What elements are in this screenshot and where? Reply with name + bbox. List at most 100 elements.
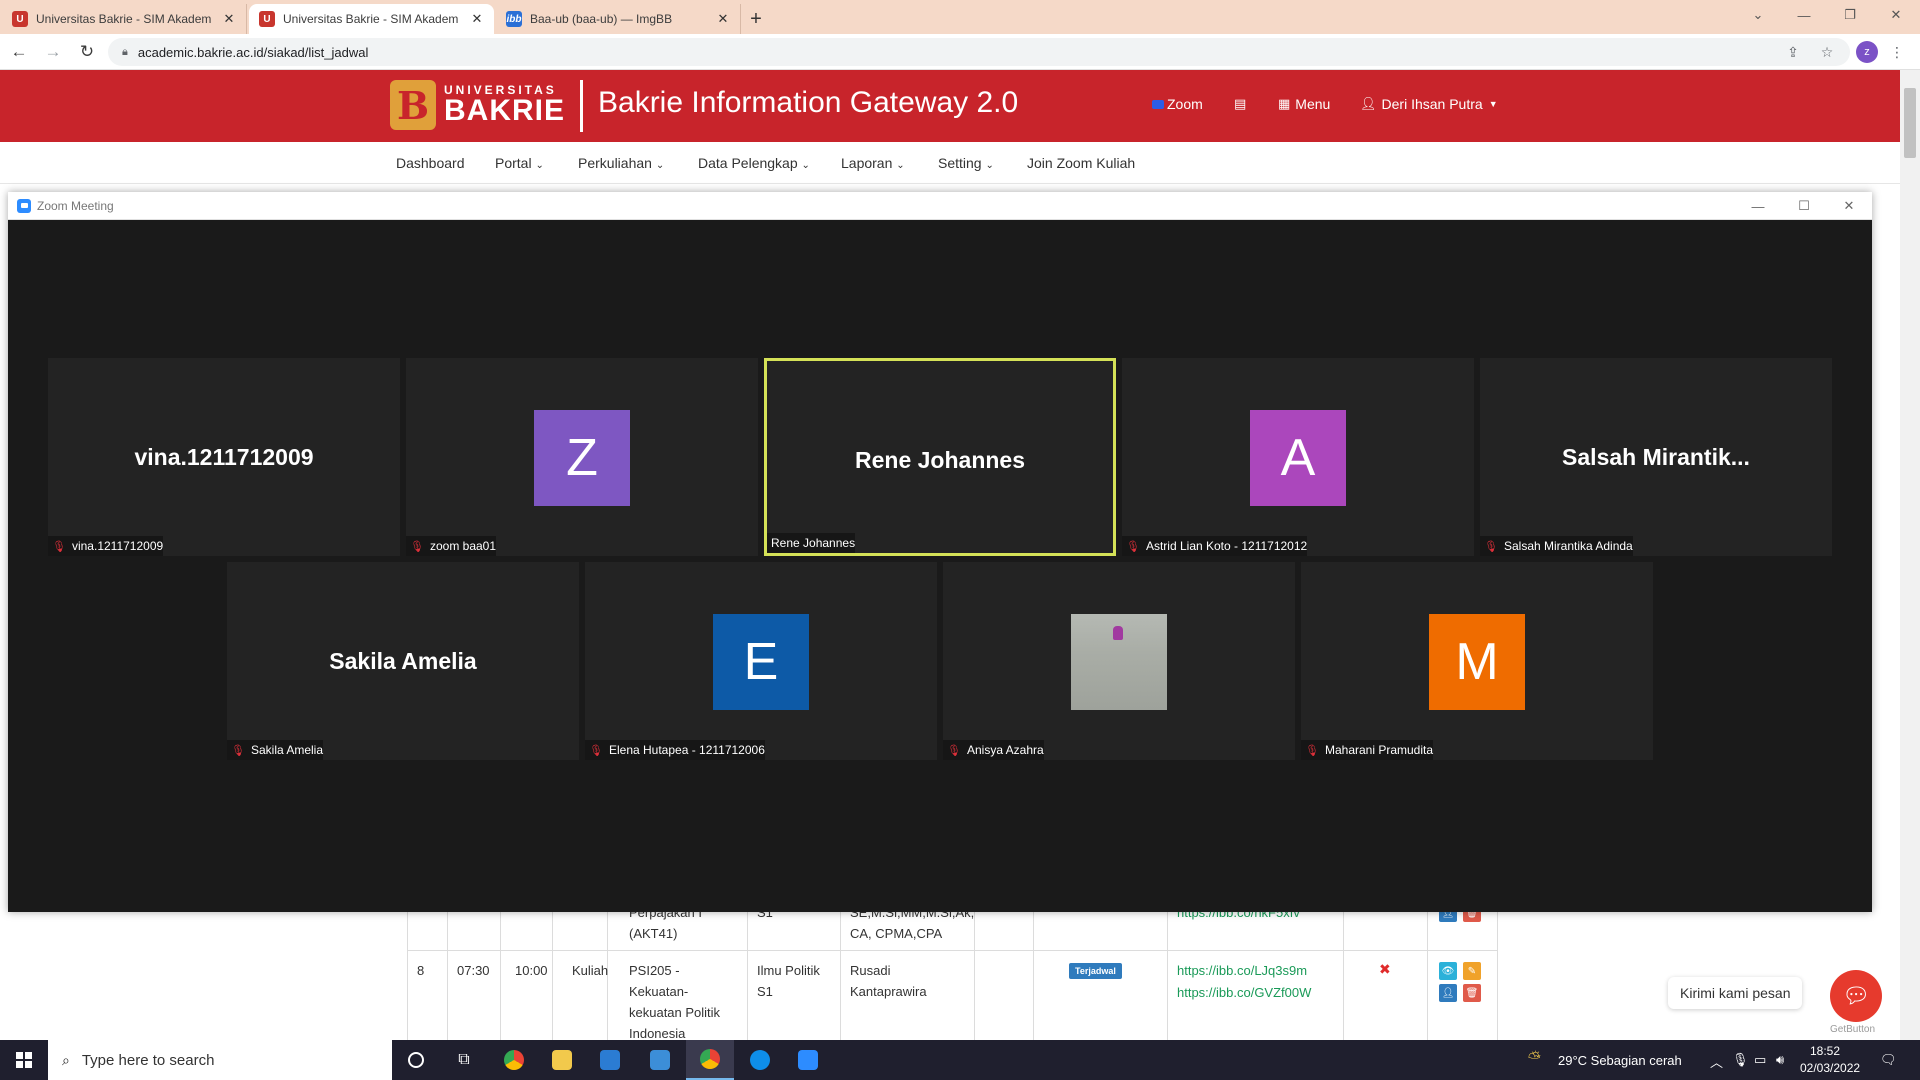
eye-icon[interactable]: 👁︎ [1439,962,1457,980]
mail-icon[interactable] [636,1040,684,1080]
clock-time[interactable]: 18:52 [1810,1044,1840,1058]
bookmark-star-icon[interactable]: ☆ [1814,39,1840,65]
user-name-label: Deri Ihsan Putra [1381,96,1483,112]
scrollbar-thumb[interactable] [1904,88,1916,158]
close-icon[interactable]: ✖ [1379,961,1391,978]
nav-laporan[interactable]: Laporan ⌄ [841,155,905,171]
participant-name-text: vina.1211712009 [71,539,164,553]
grid-icon: ▦ [1278,96,1291,111]
participant-tile[interactable]: vina.1211712009 🎙︎ vina.1211712009 [48,358,400,556]
table-cell-link[interactable]: https://ibb.co/GVZf00W [1177,982,1311,1003]
nav-join-zoom-kuliah[interactable]: Join Zoom Kuliah [1027,155,1135,171]
file-explorer-icon[interactable] [538,1040,586,1080]
participant-tile[interactable]: M 🎙︎ Maharani Pramudita [1301,562,1653,760]
muted-microphone-icon: 🎙︎ [589,744,603,757]
browser-tab-1[interactable]: U Universitas Bakrie - SIM Akadem ✕ [2,4,247,34]
zoom-app-icon[interactable] [784,1040,832,1080]
nav-data-pelengkap[interactable]: Data Pelengkap ⌄ [698,155,810,171]
restore-window-button[interactable]: ❐ [1830,4,1870,26]
address-bar[interactable]: 🔒︎ academic.bakrie.ac.id/siakad/list_jad… [108,38,1850,66]
page-scrollbar[interactable] [1900,70,1920,1040]
cortana-icon[interactable] [392,1040,440,1080]
zoom-close-button[interactable]: ✕ [1834,196,1864,216]
nav-dashboard[interactable]: Dashboard [396,155,465,171]
speaker-icon[interactable]: 🔊︎ [1776,1052,1784,1068]
participant-tile[interactable]: Z 🎙︎ zoom baa01 [406,358,758,556]
chrome-profile-icon[interactable] [686,1040,734,1080]
browser-tab-3[interactable]: ibb Baa-ub (baa-ub) — ImgBB ✕ [496,4,741,34]
participant-tile[interactable]: E 🎙︎ Elena Hutapea - 1211712006 [585,562,937,760]
participant-avatar: E [713,614,809,710]
browser-toolbar: ← → ↻ 🔒︎ academic.bakrie.ac.id/siakad/li… [0,34,1920,70]
menu-link-label: Menu [1295,96,1331,112]
document-link[interactable]: ▤ [1234,96,1251,112]
participant-tile[interactable]: Salsah Mirantik... 🎙︎ Salsah Mirantika Adi… [1480,358,1832,556]
nav-perkuliahan[interactable]: Perkuliahan ⌄ [578,155,664,171]
table-cell-course: PSI205 - Kekuatan- kekuatan Politik Indo… [629,963,721,1041]
table-cell-end: 10:00 [515,963,548,978]
site-title: Bakrie Information Gateway 2.0 [598,86,1019,119]
pencil-icon[interactable]: ✎ [1463,962,1481,980]
participant-name-label: Rene Johannes [767,533,856,553]
trash-icon[interactable]: 🗑︎ [1463,984,1481,1002]
menu-link[interactable]: ▦ Menu [1278,96,1330,112]
notification-icon[interactable]: 🗨︎ [1880,1052,1897,1068]
back-arrow-icon[interactable]: ← [4,37,34,67]
participant-name-label: 🎙︎ Anisya Azahra [943,740,1044,760]
nav-laporan-label: Laporan [841,155,893,171]
task-view-icon[interactable]: ⧉ [440,1040,488,1080]
tab-search-chevron-icon[interactable]: ⌄ [1738,4,1778,26]
minimize-window-button[interactable]: — [1784,4,1824,26]
zoom-maximize-button[interactable]: ☐ [1789,196,1819,216]
nav-setting[interactable]: Setting ⌄ [938,155,994,171]
store-icon[interactable] [586,1040,634,1080]
muted-microphone-icon: 🎙︎ [1126,540,1140,553]
gallery-view: vina.1211712009 🎙︎ vina.1211712009 Z 🎙︎ zoom … [8,220,1872,912]
chevron-up-icon[interactable]: ︿ [1710,1052,1723,1071]
table-cell-link[interactable]: https://ibb.co/LJq3s9m [1177,960,1307,981]
participant-tile[interactable]: 🎙︎ Anisya Azahra [943,562,1295,760]
taskbar-search[interactable]: ⌕ Type here to search [48,1040,392,1080]
network-icon[interactable]: ▭ [1754,1052,1766,1068]
teamviewer-icon[interactable] [736,1040,784,1080]
microphone-icon[interactable]: 🎙︎ [1732,1052,1749,1068]
participant-photo [1071,614,1167,710]
chat-prompt-bubble[interactable]: Kirimi kami pesan [1668,977,1803,1009]
participant-tile[interactable]: Sakila Amelia 🎙︎ Sakila Amelia [227,562,579,760]
participant-display-name: vina.1211712009 [134,444,314,470]
more-menu-icon[interactable]: ⋮ [1884,39,1910,65]
bakrie-favicon-icon: U [12,11,28,27]
browser-tab-2[interactable]: U Universitas Bakrie - SIM Akadem ✕ [249,4,494,34]
table-cell-start: 07:30 [457,963,490,978]
muted-microphone-icon: 🎙︎ [231,744,245,757]
new-tab-button[interactable]: + [741,4,771,34]
start-button[interactable] [0,1040,48,1080]
muted-microphone-icon: 🎙︎ [947,744,961,757]
participant-name-label: 🎙︎ Sakila Amelia [227,740,324,760]
zoom-minimize-button[interactable]: — [1743,196,1773,216]
zoom-titlebar[interactable]: Zoom Meeting — ☐ ✕ [8,192,1872,220]
windows-taskbar: ⌕ Type here to search ⧉ ⛅︎ 29°C Sebagian… [0,1040,1920,1080]
chat-button[interactable]: 💬︎ [1830,970,1882,1022]
zoom-link[interactable]: Zoom [1152,96,1203,112]
profile-avatar[interactable]: z [1856,41,1878,63]
university-logo[interactable]: B UNIVERSITAS BAKRIE [390,80,565,130]
zoom-logo-icon [17,198,31,213]
close-window-button[interactable]: ✕ [1876,4,1916,26]
reload-icon[interactable]: ↻ [72,37,102,67]
nav-portal[interactable]: Portal ⌄ [495,155,544,171]
user-menu[interactable]: 👤︎ Deri Ihsan Putra ▼ [1360,96,1498,112]
chrome-icon[interactable] [490,1040,538,1080]
close-icon[interactable]: ✕ [716,11,730,27]
close-icon[interactable]: ✕ [222,11,236,27]
muted-microphone-icon: 🎙︎ [410,540,424,553]
weather-text[interactable]: 29°C Sebagian cerah [1558,1053,1682,1068]
clock-date[interactable]: 02/03/2022 [1800,1061,1860,1075]
participant-tile[interactable]: Rene Johannes Rene Johannes [764,358,1116,556]
participant-tile[interactable]: A 🎙︎ Astrid Lian Koto - 1211712012 [1122,358,1474,556]
close-icon[interactable]: ✕ [470,11,484,27]
forward-arrow-icon[interactable]: → [38,37,68,67]
share-icon[interactable]: ⇪ [1780,39,1806,65]
user-icon[interactable]: 👤︎ [1439,984,1457,1002]
table-cell-prodi: Ilmu Politik S1 [757,963,820,999]
